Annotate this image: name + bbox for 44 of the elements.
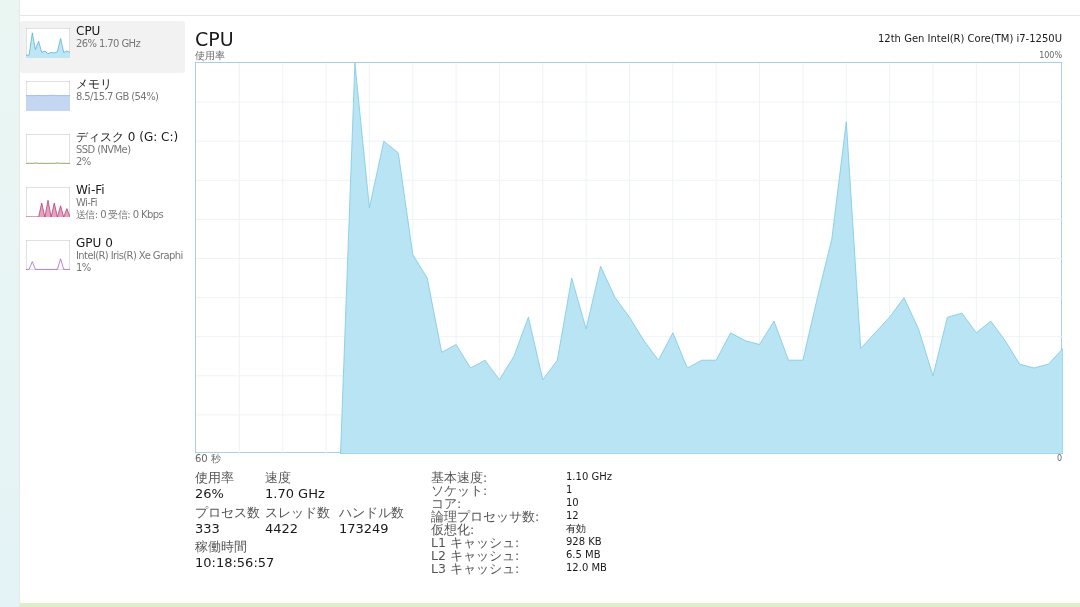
- axis-label: 100%: [1039, 50, 1062, 62]
- page-title: CPU: [195, 28, 234, 50]
- spec-value: 12: [566, 510, 580, 523]
- axis-label: 使用率: [195, 50, 225, 62]
- spec-label: L3 キャッシュ:: [431, 562, 521, 575]
- stat-label: プロセス数: [195, 505, 261, 520]
- stat-value: 333: [195, 519, 221, 537]
- spec-label: 仮想化:: [431, 523, 476, 536]
- spec-label: L1 キャッシュ:: [431, 536, 521, 549]
- sidebar-item[interactable]: Wi-Fi Wi-Fi 送信: 0 受信: 0 Kbps: [20, 180, 185, 232]
- stat-label: スレッド数: [265, 505, 331, 520]
- axis-label: 60 秒: [195, 453, 221, 465]
- stat-value: 173249: [339, 519, 390, 537]
- spec-value: 1: [566, 484, 574, 497]
- stat-value: 26%: [195, 485, 225, 502]
- stat-label: 使用率: [195, 471, 235, 485]
- spec-value: 1.10 GHz: [566, 471, 613, 484]
- graph-thumbnail: [26, 81, 70, 111]
- spec-value: 12.0 MB: [566, 562, 608, 575]
- spec-label: 基本速度:: [431, 471, 489, 484]
- spec-value: 10: [566, 497, 580, 510]
- spec-label: ソケット:: [431, 484, 489, 497]
- graph-thumbnail: [26, 28, 70, 58]
- spec-label: 論理プロセッサ数:: [431, 510, 541, 523]
- sidebar-item[interactable]: ディスク 0 (G: C:) SSD (NVMe) 2%: [20, 127, 185, 179]
- sidebar-item[interactable]: GPU 0 Intel(R) Iris(R) Xe Graphi 1%: [20, 233, 185, 285]
- stat-label: 速度: [265, 471, 292, 485]
- stat-value: 1.70 GHz: [265, 485, 326, 502]
- graph-thumbnail: [26, 187, 70, 217]
- sidebar-item[interactable]: メモリ 8.5/15.7 GB (54%): [20, 74, 185, 126]
- spec-label: L2 キャッシュ:: [431, 549, 521, 562]
- graph-thumbnail: [26, 240, 70, 270]
- sidebar-item[interactable]: CPU 26% 1.70 GHz: [20, 21, 185, 73]
- stat-value: 10:18:56:57: [195, 554, 276, 572]
- spec-value: 有効: [566, 523, 587, 536]
- processor-name: 12th Gen Intel(R) Core(TM) i7-1250U: [877, 33, 1062, 46]
- spec-label: コア:: [431, 497, 462, 510]
- stat-label: ハンドル数: [339, 505, 405, 520]
- stat-label: 稼働時間: [195, 540, 248, 555]
- spec-value: 928 KB: [566, 536, 603, 549]
- axis-label: 0: [1056, 453, 1062, 465]
- stat-value: 4422: [265, 519, 300, 537]
- spec-value: 6.5 MB: [566, 549, 602, 562]
- graph-thumbnail: [26, 134, 70, 164]
